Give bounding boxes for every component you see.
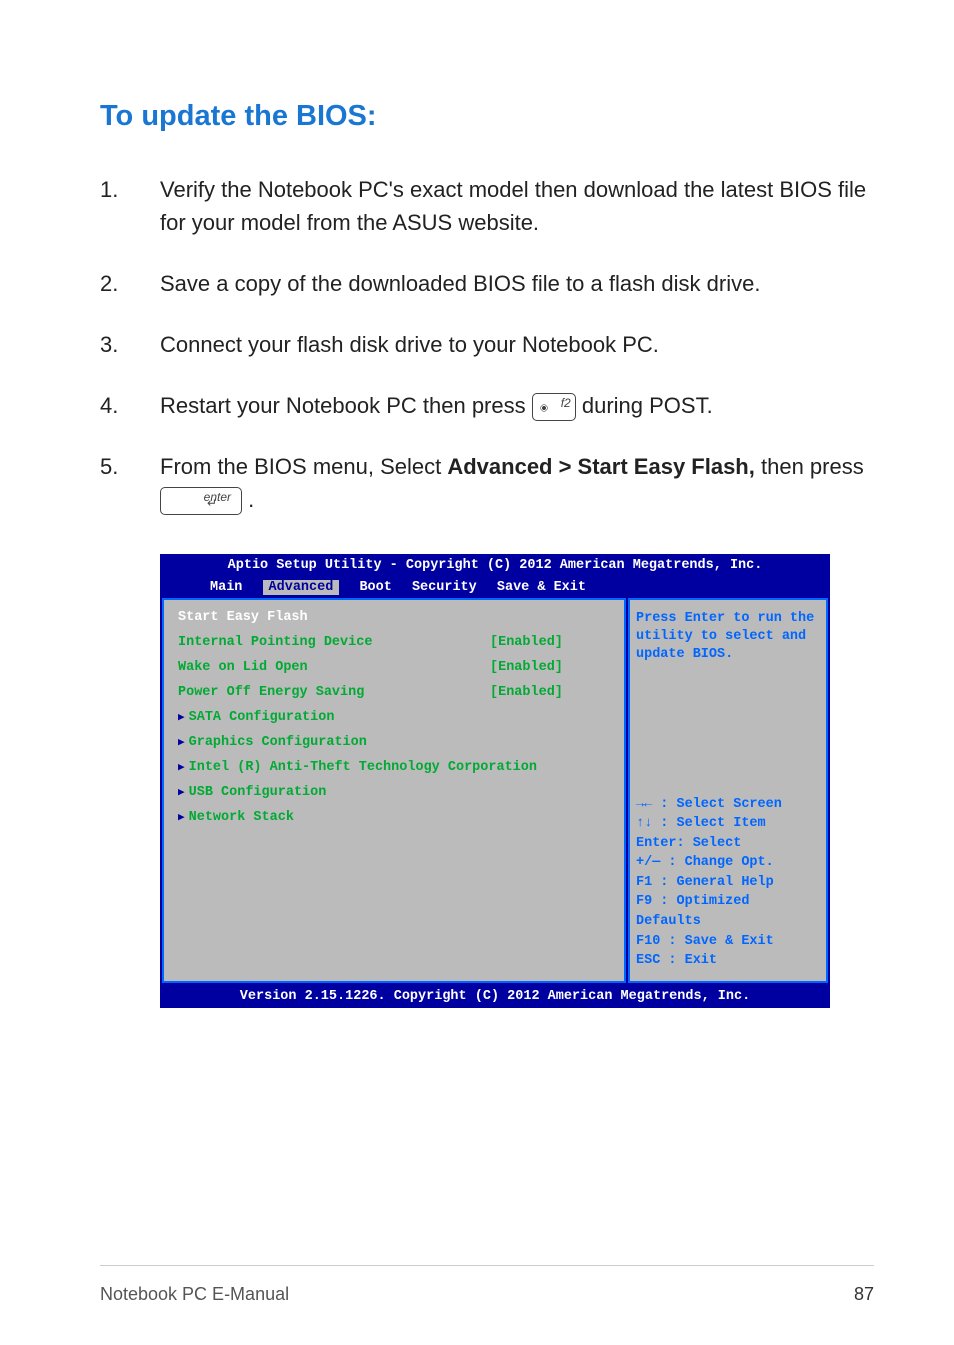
step-text-pre: Restart your Notebook PC then press	[160, 393, 532, 418]
step-text-bold: Advanced > Start Easy Flash,	[447, 454, 755, 479]
bios-tabs: Main Advanced Boot Security Save & Exit	[160, 577, 830, 598]
bios-item-start-easy-flash: Start Easy Flash	[178, 610, 610, 625]
bios-tab-main: Main	[210, 580, 242, 595]
bios-submenu: SATA Configuration	[189, 710, 610, 725]
bios-header: Aptio Setup Utility - Copyright (C) 2012…	[160, 554, 830, 577]
bios-footer: Version 2.15.1226. Copyright (C) 2012 Am…	[160, 985, 830, 1008]
bios-item-label: Internal Pointing Device	[178, 635, 490, 650]
footer-title: Notebook PC E-Manual	[100, 1284, 289, 1305]
step-text-post: .	[248, 487, 254, 512]
bios-item-value: [Enabled]	[490, 660, 610, 675]
bios-key-hint: ↑↓ : Select Item	[636, 814, 820, 834]
section-heading: To update the BIOS:	[100, 100, 874, 133]
bios-key-hint: +/— : Change Opt.	[636, 853, 820, 873]
bios-tab-advanced: Advanced	[263, 580, 340, 595]
bios-submenu: USB Configuration	[189, 785, 610, 800]
step-text-post: during POST.	[582, 393, 713, 418]
step-number: 1.	[100, 173, 160, 239]
step-text: Connect your flash disk drive to your No…	[160, 328, 874, 361]
bios-right-panel: Press Enter to run the utility to select…	[628, 598, 828, 983]
bios-key-hint: F10 : Save & Exit	[636, 932, 820, 952]
key-label: enter	[204, 488, 231, 506]
bios-key-hint: Enter: Select	[636, 834, 820, 854]
step-text: Verify the Notebook PC's exact model the…	[160, 173, 874, 239]
bios-key-hints: →← : Select Screen ↑↓ : Select Item Ente…	[636, 795, 820, 971]
bios-tab-boot: Boot	[359, 580, 391, 595]
step-number: 4.	[100, 389, 160, 422]
bios-item-value: [Enabled]	[490, 685, 610, 700]
step-text: Restart your Notebook PC then press f2 d…	[160, 389, 874, 422]
key-label: f2	[561, 394, 571, 412]
step-text-mid: then press	[761, 454, 864, 479]
bios-item-label: Power Off Energy Saving	[178, 685, 490, 700]
bios-tab-security: Security	[412, 580, 477, 595]
page-number: 87	[854, 1284, 874, 1305]
step-number: 5.	[100, 450, 160, 516]
bios-submenu: Network Stack	[189, 810, 610, 825]
enter-key-icon: enter	[160, 487, 242, 515]
step-number: 3.	[100, 328, 160, 361]
step-text: From the BIOS menu, Select Advanced > St…	[160, 450, 874, 516]
step-text-pre: From the BIOS menu, Select	[160, 454, 447, 479]
step-text: Save a copy of the downloaded BIOS file …	[160, 267, 874, 300]
bios-help-text: Press Enter to run the utility to select…	[636, 610, 820, 665]
bios-screenshot: Aptio Setup Utility - Copyright (C) 2012…	[160, 554, 830, 1008]
bios-submenu: Graphics Configuration	[189, 735, 610, 750]
bios-tab-save-exit: Save & Exit	[497, 580, 586, 595]
bios-submenu: Intel (R) Anti-Theft Technology Corporat…	[189, 760, 610, 775]
bios-item-label: Wake on Lid Open	[178, 660, 490, 675]
bios-key-hint: F1 : General Help	[636, 873, 820, 893]
f2-key-icon: f2	[532, 393, 576, 421]
step-number: 2.	[100, 267, 160, 300]
bios-item-value: [Enabled]	[490, 635, 610, 650]
bios-key-hint: F9 : Optimized Defaults	[636, 892, 820, 931]
bios-left-panel: Start Easy Flash Internal Pointing Devic…	[162, 598, 626, 983]
bios-key-hint: ESC : Exit	[636, 951, 820, 971]
bios-key-hint: →← : Select Screen	[636, 795, 820, 815]
